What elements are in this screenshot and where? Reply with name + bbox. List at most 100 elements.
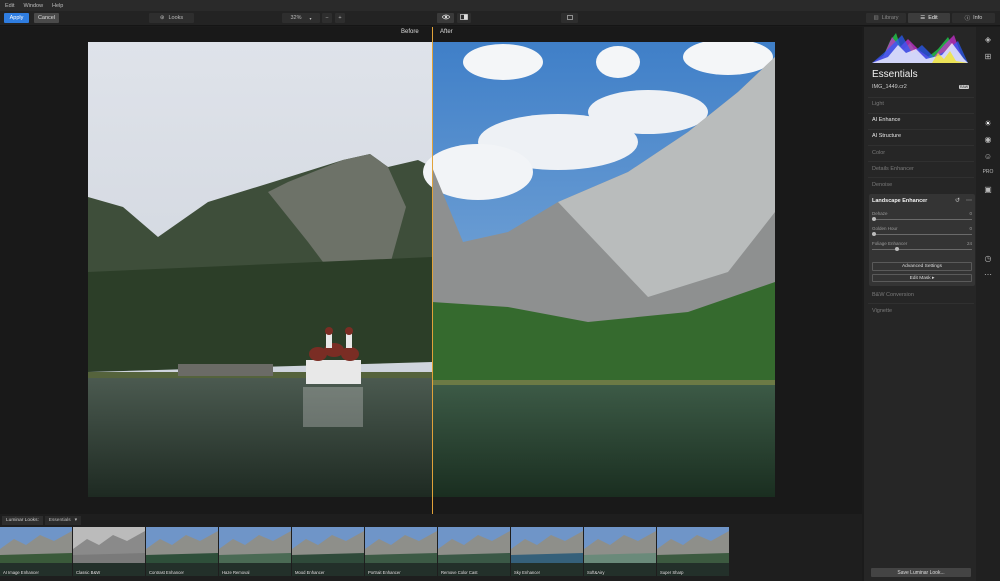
tab-library[interactable]: ▥ Library	[866, 13, 906, 23]
looks-label: Looks	[168, 15, 184, 21]
eye-icon	[440, 14, 451, 22]
split-view-button[interactable]	[457, 13, 471, 23]
more-options-icon[interactable]: ⋯	[966, 197, 972, 204]
face-icon[interactable]: ☺	[976, 152, 1000, 161]
slider-track[interactable]	[872, 219, 972, 220]
looks-icon: ⊛	[159, 15, 165, 21]
look-thumbnail[interactable]: Portrait Enhancer	[365, 527, 437, 576]
split-view-icon	[460, 14, 468, 22]
slider-value: 24	[966, 241, 972, 246]
look-name: AI Image Enhancer	[3, 570, 39, 575]
look-preview-image	[146, 527, 218, 576]
sun-icon[interactable]: ☀	[976, 119, 1000, 128]
crop-icon	[566, 14, 574, 23]
edit-mask-button[interactable]: Edit Mask ▸	[872, 274, 972, 282]
layers-icon[interactable]: ◈	[976, 35, 1000, 44]
pro-icon[interactable]: PRO	[976, 169, 1000, 175]
tab-luminar-looks[interactable]: Luminar Looks:	[2, 515, 43, 525]
look-thumbnail[interactable]: Soft&Airy	[584, 527, 656, 576]
menu-edit[interactable]: Edit	[5, 3, 14, 9]
slider-track[interactable]	[872, 249, 972, 250]
bag-icon[interactable]: ▣	[976, 185, 1000, 194]
before-label: Before	[401, 29, 419, 35]
menu-help[interactable]: Help	[52, 3, 63, 9]
slider-foliage-enhancer[interactable]: Foliage Enhancer 24	[872, 241, 972, 251]
look-thumbnail[interactable]: Super Sharp	[657, 527, 729, 576]
crop-button[interactable]	[561, 13, 578, 23]
tool-icon-bar: ◈ ⊞ ☀ ◉ ☺ PRO ▣ ◷ ⋯	[976, 27, 1000, 581]
slider-label: Golden Hour	[872, 226, 898, 231]
zoom-in-button[interactable]: +	[335, 13, 345, 23]
cancel-button[interactable]: Cancel	[34, 13, 59, 23]
after-label: After	[440, 29, 453, 35]
look-name: Remove Color Cast	[441, 570, 478, 575]
chevron-down-icon: ▾	[309, 15, 312, 21]
more-icon[interactable]: ⋯	[976, 270, 1000, 279]
looks-category-select[interactable]: Essentials ▾	[44, 515, 82, 525]
apply-button[interactable]: Apply	[4, 13, 29, 23]
zoom-select[interactable]: 32% ▾	[282, 13, 320, 23]
zoom-value: 32%	[290, 15, 302, 21]
histogram	[872, 31, 968, 63]
slider-knob[interactable]	[872, 217, 876, 221]
look-preview-image	[438, 527, 510, 576]
section-color[interactable]: Color	[872, 150, 885, 156]
raw-badge: RAW	[959, 85, 970, 89]
look-preview-image	[292, 527, 364, 576]
looks-button[interactable]: ⊛ Looks	[149, 13, 194, 23]
advanced-settings-button[interactable]: Advanced Settings	[872, 262, 972, 271]
chevron-down-icon: ▾	[74, 517, 78, 523]
look-thumbnail[interactable]: Classic B&W	[73, 527, 145, 576]
canvas-icon[interactable]: ⊞	[976, 52, 1000, 61]
look-preview-image	[657, 527, 729, 576]
before-after-divider[interactable]	[432, 27, 433, 514]
slider-value: 0	[969, 211, 972, 216]
save-luminar-look-button[interactable]: Save Luminar Look...	[871, 568, 971, 577]
look-thumbnail[interactable]: AI Image Enhancer	[0, 527, 72, 576]
section-bw-conversion[interactable]: B&W Conversion	[872, 292, 914, 298]
look-preview-image	[511, 527, 583, 576]
toolbar: Apply Cancel ⊛ Looks 32% ▾ − + ▥ Library…	[0, 11, 1000, 26]
look-name: Sky Enhancer	[514, 570, 541, 575]
slider-track[interactable]	[872, 234, 972, 235]
tab-info[interactable]: ⓘ Info	[952, 13, 995, 23]
look-preview-image	[0, 527, 72, 576]
slider-knob[interactable]	[872, 232, 876, 236]
look-thumbnail[interactable]: Sky Enhancer	[511, 527, 583, 576]
info-icon: ⓘ	[964, 16, 971, 22]
palette-icon[interactable]: ◉	[976, 135, 1000, 144]
menu-window[interactable]: Window	[23, 3, 43, 9]
look-name: Portrait Enhancer	[368, 570, 401, 575]
divider	[868, 113, 974, 114]
section-ai-enhance[interactable]: AI Enhance	[872, 117, 900, 123]
look-name: Soft&Airy	[587, 570, 605, 575]
zoom-out-button[interactable]: −	[322, 13, 332, 23]
section-vignette[interactable]: Vignette	[872, 308, 892, 314]
history-icon[interactable]: ◷	[976, 254, 1000, 263]
divider	[868, 97, 974, 98]
divider	[868, 145, 974, 146]
library-icon: ▥	[873, 15, 879, 21]
look-preview-image	[365, 527, 437, 576]
look-thumbnail[interactable]: Remove Color Cast	[438, 527, 510, 576]
landscape-enhancer-title[interactable]: Landscape Enhancer	[872, 198, 927, 204]
look-thumbnail[interactable]: Contrast Enhancer	[146, 527, 218, 576]
looks-thumbnails: AI Image Enhancer Classic B&W Contrast Enh…	[0, 527, 729, 576]
slider-knob[interactable]	[895, 247, 899, 251]
look-name: Classic B&W	[76, 570, 101, 575]
look-name: Super Sharp	[660, 570, 684, 575]
tab-edit[interactable]: ☰ Edit	[908, 13, 950, 23]
tab-library-label: Library	[881, 15, 899, 21]
reset-icon[interactable]: ↺	[955, 197, 960, 204]
look-thumbnail[interactable]: Mood Enhancer	[292, 527, 364, 576]
look-preview-image	[73, 527, 145, 576]
divider	[868, 129, 974, 130]
look-thumbnail[interactable]: Haze Removal	[219, 527, 291, 576]
section-details-enhancer[interactable]: Details Enhancer	[872, 166, 914, 172]
section-light[interactable]: Light	[872, 101, 884, 107]
slider-dehaze[interactable]: Dehaze 0	[872, 211, 972, 221]
before-after-toggle[interactable]	[437, 13, 454, 23]
section-denoise[interactable]: Denoise	[872, 182, 892, 188]
section-ai-structure[interactable]: AI Structure	[872, 133, 901, 139]
slider-golden-hour[interactable]: Golden Hour 0	[872, 226, 972, 236]
